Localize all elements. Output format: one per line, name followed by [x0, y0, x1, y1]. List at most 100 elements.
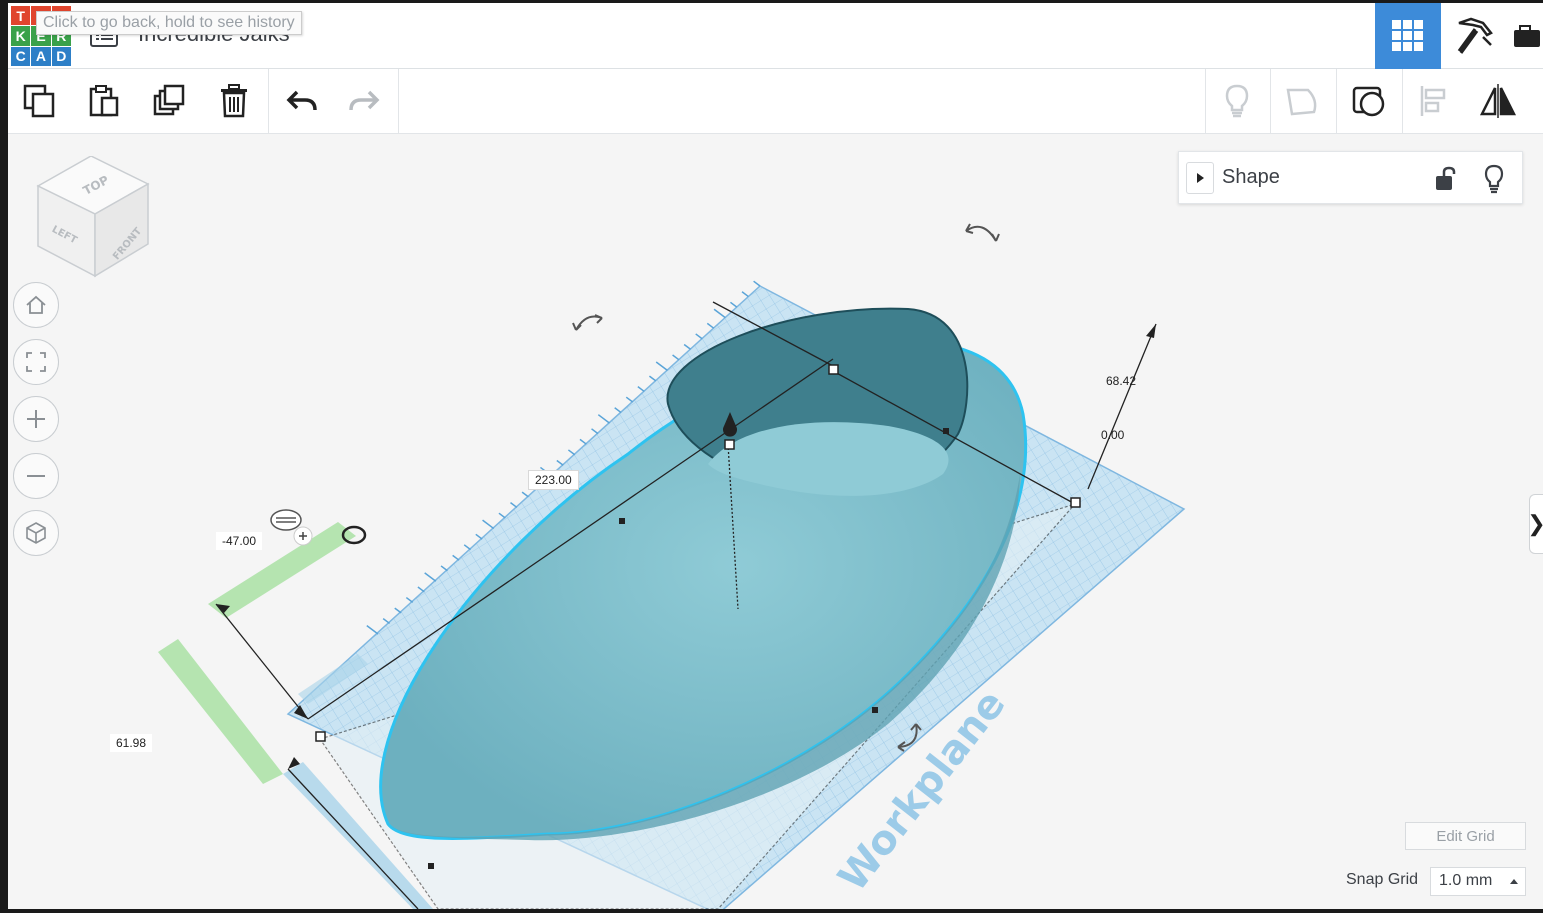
workplane-marker-icon[interactable] [270, 509, 313, 546]
pickaxe-icon [1457, 17, 1493, 54]
toolbar-divider [1205, 69, 1206, 133]
ungroup-button[interactable] [1347, 79, 1391, 123]
ruler-tick [648, 375, 657, 382]
toolbar-divider [1270, 69, 1271, 133]
home-view-button[interactable] [13, 282, 59, 328]
logo-letter: C [11, 46, 31, 66]
ruler-tick [741, 291, 749, 298]
zoom-in-button[interactable] [13, 396, 59, 442]
align-icon [1420, 86, 1446, 116]
fit-view-button[interactable] [13, 339, 59, 385]
ruler-tick [567, 449, 576, 456]
undo-button[interactable] [280, 79, 324, 123]
duplicate-icon [153, 84, 185, 116]
ruler-tick [405, 596, 414, 603]
show-all-button[interactable] [1215, 79, 1259, 123]
collapse-side-panel-button[interactable]: ❯ [1527, 494, 1543, 554]
ruler-tick [672, 354, 680, 361]
width-indicator-green [158, 639, 283, 784]
elevation-dimension[interactable]: 0.00 [1095, 426, 1130, 444]
main-toolbar [8, 69, 1543, 134]
ruler-tick [579, 438, 587, 445]
ruler-tick [625, 396, 634, 403]
perspective-icon [26, 522, 46, 544]
ruler-tick [394, 607, 402, 614]
lock-button[interactable] [1434, 166, 1458, 197]
align-button[interactable] [1413, 79, 1457, 123]
3d-viewport[interactable]: Workplane 223.00 68.42 0.00 -47.00 61.98… [8, 134, 1543, 909]
toolbar-divider [1402, 69, 1403, 133]
toolbar-divider [1336, 69, 1337, 133]
ruler-tick [424, 572, 437, 582]
zoom-out-button[interactable] [13, 453, 59, 499]
ruler-tick [382, 618, 391, 625]
logo-letter: K [11, 26, 31, 46]
ruler-tick [366, 625, 379, 635]
delete-icon [221, 84, 247, 118]
redo-button[interactable] [342, 79, 386, 123]
copy-icon [23, 84, 55, 118]
edit-grid-button[interactable]: Edit Grid [1405, 822, 1526, 850]
bulb-icon [1484, 164, 1504, 194]
fit-view-icon [26, 352, 46, 372]
briefcase-icon [1514, 25, 1540, 47]
duplicate-button[interactable] [148, 79, 192, 123]
width-dimension[interactable]: 61.98 [110, 734, 153, 752]
zoom-in-icon [27, 410, 45, 428]
zoom-out-icon [27, 475, 45, 477]
shape-inspector-panel: Shape [1178, 151, 1523, 204]
length-dimension[interactable]: 223.00 [528, 470, 579, 490]
height-dimension[interactable]: 68.42 [1100, 372, 1142, 390]
redo-icon [349, 90, 380, 111]
delete-button[interactable] [212, 79, 256, 123]
ruler-tick [463, 544, 472, 551]
ruler-tick [510, 502, 518, 509]
ruler-tick [482, 519, 495, 530]
scene-canvas[interactable]: Workplane [8, 134, 1543, 909]
grid-view-button[interactable] [1375, 3, 1441, 69]
ruler-tick [706, 322, 715, 329]
view-cube[interactable]: TOP LEFT FRONT [33, 155, 153, 286]
home-icon [26, 295, 46, 314]
back-tooltip: Click to go back, hold to see history [36, 11, 302, 35]
ruler-tick [591, 428, 599, 435]
chevron-right-icon: ❯ [1527, 511, 1543, 537]
group-button[interactable] [1281, 79, 1325, 123]
paste-button[interactable] [82, 79, 126, 123]
shape-outline-icon [1286, 88, 1317, 116]
briefcase-button[interactable] [1507, 3, 1543, 69]
mirror-button[interactable] [1476, 79, 1520, 123]
caret-up-icon [1510, 879, 1518, 884]
perspective-button[interactable] [13, 510, 59, 556]
hide-button[interactable] [1482, 164, 1506, 199]
ruler-tick [417, 586, 425, 593]
ruler-tick [729, 301, 738, 308]
unlock-icon [1436, 166, 1456, 190]
tinkercad-app: TINKERCAD Incredible Jaiks Click to go b… [8, 3, 1543, 909]
bulb-icon [1225, 84, 1249, 118]
paste-icon [89, 85, 119, 117]
ruler-tick [440, 565, 448, 572]
grid-icon [1392, 20, 1423, 51]
undo-icon [286, 90, 317, 111]
shape-panel-title: Shape [1222, 166, 1280, 188]
header-right-controls [1375, 3, 1543, 69]
snap-grid-value: 1.0 mm [1439, 872, 1493, 889]
top-header: TINKERCAD Incredible Jaiks Click to go b… [8, 3, 1543, 69]
snap-grid-select[interactable]: 1.0 mm [1430, 867, 1526, 896]
ruler-tick [695, 333, 703, 340]
minecraft-button[interactable] [1441, 3, 1507, 69]
ruler-tick [521, 491, 529, 498]
logo-letter: A [31, 46, 51, 66]
expand-shape-button[interactable] [1186, 162, 1214, 194]
mirror-icon [1479, 84, 1517, 118]
ruler-tick [753, 280, 761, 287]
offset-dimension[interactable]: -47.00 [216, 532, 263, 550]
copy-button[interactable] [18, 79, 62, 123]
ruler-tick [452, 554, 460, 561]
shape-group-icon [1352, 86, 1385, 117]
caret-right-icon [1197, 173, 1204, 183]
toolbar-divider [268, 69, 269, 133]
ruler-tick [556, 459, 564, 466]
toolbar-divider [398, 69, 399, 133]
